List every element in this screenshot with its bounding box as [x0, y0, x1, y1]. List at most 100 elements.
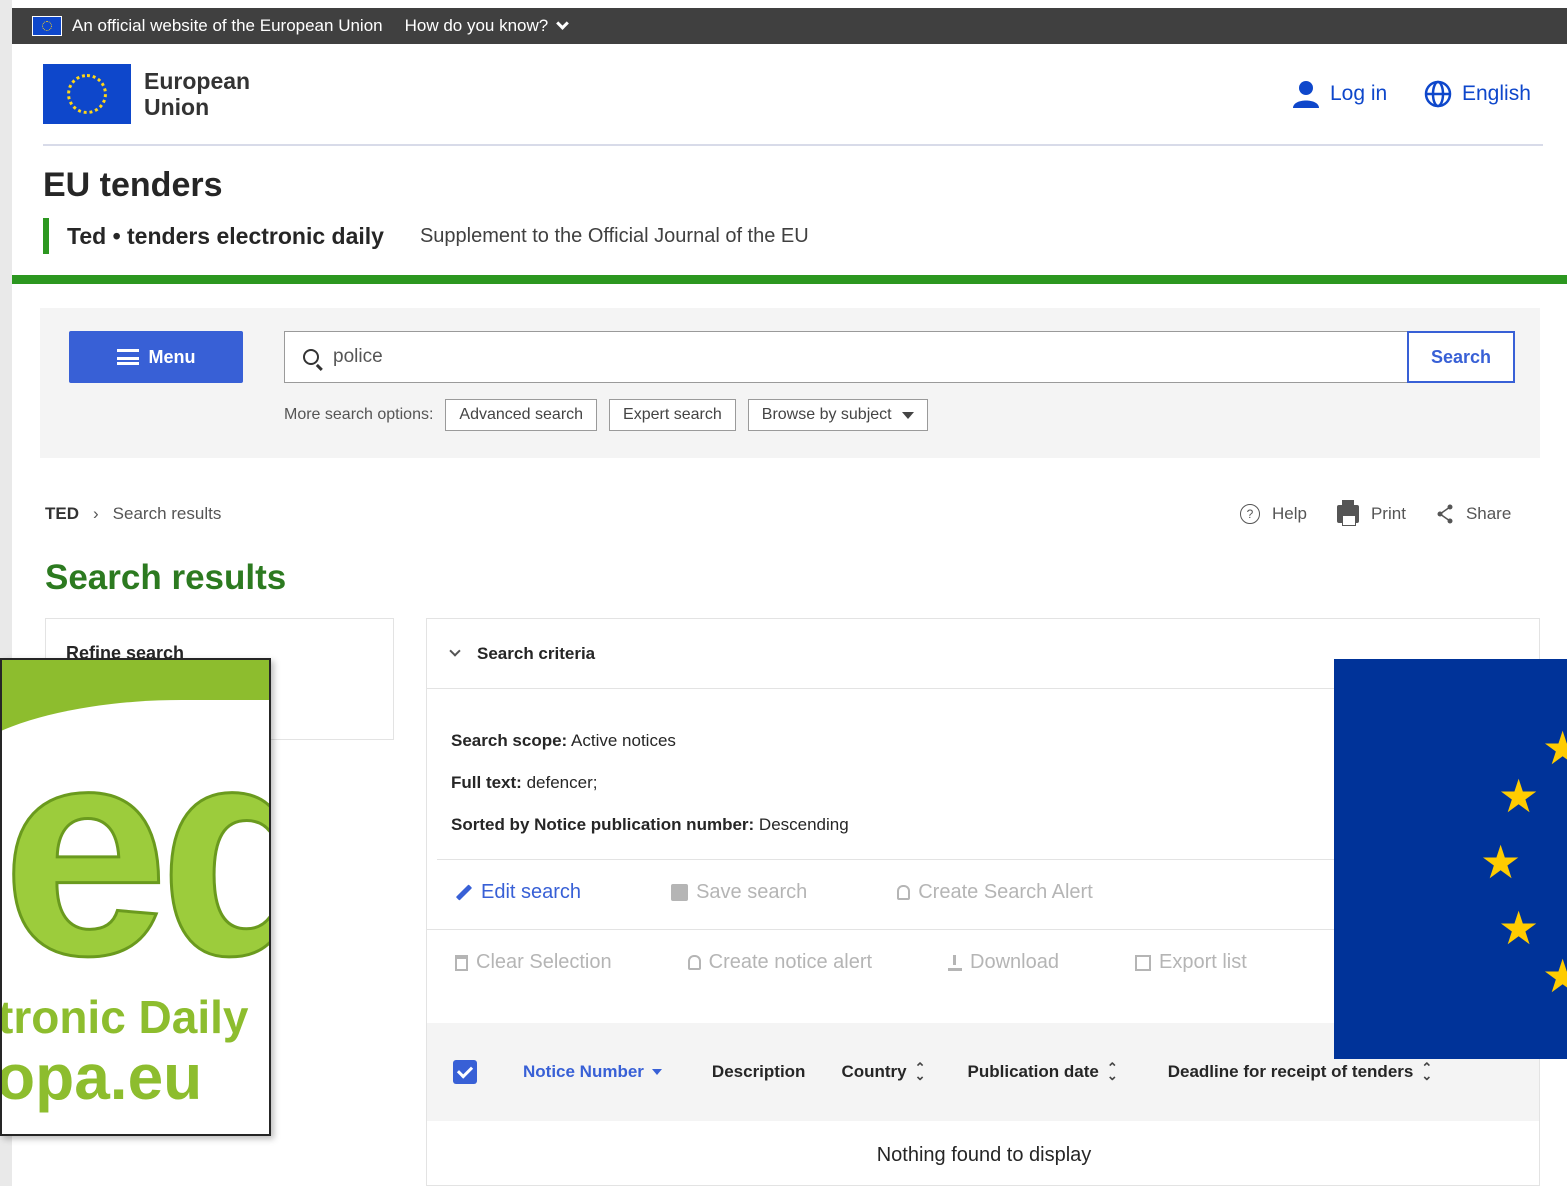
create-notice-alert-button[interactable]: Create notice alert — [687, 951, 873, 974]
official-website-text: An official website of the European Unio… — [72, 16, 383, 35]
criteria-fulltext: Full text: defencer; — [451, 773, 597, 793]
search-actions: Edit search Save search Create Search Al… — [455, 881, 1183, 904]
chevron-down-icon — [556, 17, 570, 30]
criteria-sorted: Sorted by Notice publication number: Des… — [451, 815, 849, 835]
sorted-label: Sorted by Notice publication number: — [451, 815, 755, 834]
sort-icon: ⌃ ⌄ — [1421, 1060, 1433, 1083]
column-publication-date[interactable]: Publication date ⌃ ⌄ — [968, 1060, 1118, 1083]
save-icon — [671, 884, 689, 901]
scope-value: Active notices — [567, 731, 676, 750]
bell-icon — [897, 885, 911, 900]
export-icon — [1135, 954, 1151, 971]
share-label: Share — [1465, 504, 1512, 523]
download-button[interactable]: Download — [948, 951, 1059, 974]
site-subtitle: Ted • tenders electronic daily Supplemen… — [43, 218, 809, 254]
export-list-label: Export list — [1159, 951, 1247, 973]
sort-desc-icon — [651, 1069, 662, 1075]
eu-flag-mini-icon — [32, 16, 62, 36]
column-deadline[interactable]: Deadline for receipt of tenders ⌃ ⌄ — [1167, 1060, 1433, 1083]
select-all-checkbox[interactable] — [453, 1060, 477, 1084]
export-list-button[interactable]: Export list — [1135, 951, 1247, 974]
download-label: Download — [970, 951, 1059, 973]
eu-logo-text[interactable]: European Union — [144, 68, 250, 120]
breadcrumb-ted[interactable]: TED — [45, 504, 79, 524]
column-label: Deadline for receipt of tenders — [1167, 1062, 1414, 1081]
more-options-label: More search options: — [284, 406, 434, 423]
org-line1: European — [144, 68, 251, 94]
criteria-scope: Search scope: Active notices — [451, 731, 676, 751]
pencil-icon — [455, 884, 473, 901]
more-search-options: More search options: Advanced search Exp… — [284, 399, 928, 431]
sort-icon: ⌃ ⌄ — [914, 1060, 926, 1083]
edit-search-button[interactable]: Edit search — [455, 881, 581, 904]
fulltext-value: defencer; — [521, 773, 598, 792]
menu-button[interactable]: Menu — [69, 331, 243, 383]
how-do-you-know-label: How do you know? — [404, 16, 549, 35]
language-label: English — [1462, 82, 1531, 105]
ted-logo-line2: opa.eu — [0, 1041, 203, 1113]
ted-logo-line1: tronic Daily — [0, 991, 249, 1043]
sorted-value: Descending — [754, 815, 849, 834]
login-link[interactable]: Log in — [1292, 80, 1387, 108]
green-accent-bar — [43, 218, 49, 254]
share-icon — [1437, 504, 1453, 524]
bell-icon — [687, 955, 701, 970]
browse-label: Browse by subject — [761, 406, 892, 423]
column-label: Country — [841, 1062, 907, 1081]
user-icon — [1293, 81, 1319, 108]
column-description: Description — [712, 1062, 806, 1082]
search-input[interactable] — [333, 346, 1233, 368]
save-search-button[interactable]: Save search — [671, 881, 807, 904]
edit-search-label: Edit search — [481, 881, 582, 903]
search-button[interactable]: Search — [1407, 331, 1515, 383]
column-label: Notice Number — [523, 1062, 644, 1081]
eu-flag-overlay: ★ ★ ★ ★ ★ — [1334, 659, 1567, 1059]
header-divider — [43, 144, 1543, 146]
how-do-you-know-toggle[interactable]: How do you know? — [404, 16, 570, 36]
empty-results-message: Nothing found to display — [876, 1144, 1092, 1166]
column-country[interactable]: Country ⌃ ⌄ — [841, 1060, 926, 1083]
login-label: Log in — [1330, 82, 1388, 105]
search-box[interactable] — [284, 331, 1408, 383]
search-area: Menu Search More search options: Advance… — [40, 308, 1540, 458]
clear-selection-label: Clear Selection — [476, 951, 612, 973]
star-icon: ★ — [1480, 836, 1522, 888]
star-icon: ★ — [1498, 770, 1540, 822]
create-search-alert-label: Create Search Alert — [918, 881, 1093, 903]
hamburger-icon — [116, 349, 139, 365]
clear-selection-button[interactable]: Clear Selection — [455, 951, 612, 974]
site-title[interactable]: EU tenders — [43, 166, 223, 205]
column-notice-number[interactable]: Notice Number — [523, 1062, 662, 1082]
share-link[interactable]: Share — [1436, 504, 1511, 524]
print-label: Print — [1370, 504, 1406, 523]
supplement-text: Supplement to the Official Journal of th… — [419, 224, 809, 247]
fulltext-label: Full text: — [451, 773, 522, 792]
search-icon — [303, 349, 319, 365]
language-selector[interactable]: English — [1424, 80, 1531, 108]
menu-label: Menu — [148, 346, 196, 367]
breadcrumb-current: Search results — [112, 504, 222, 523]
create-search-alert-button[interactable]: Create Search Alert — [897, 881, 1093, 904]
help-link[interactable]: ? Help — [1240, 504, 1307, 524]
print-link[interactable]: Print — [1336, 500, 1406, 526]
advanced-search-button[interactable]: Advanced search — [445, 399, 598, 431]
browse-by-subject-dropdown[interactable]: Browse by subject — [747, 399, 928, 431]
search-criteria-label: Search criteria — [477, 643, 596, 663]
caret-down-icon — [901, 411, 914, 419]
green-divider — [12, 275, 1567, 284]
ted-label: Ted • tenders electronic daily — [67, 222, 384, 249]
sort-icon: ⌃ ⌄ — [1106, 1060, 1118, 1083]
globe-icon — [1424, 80, 1452, 108]
create-notice-alert-label: Create notice alert — [708, 951, 873, 973]
eu-official-bar: An official website of the European Unio… — [12, 8, 1567, 44]
ted-logo-overlay: ed tronic Daily opa.eu — [0, 658, 271, 1136]
breadcrumb-separator-icon: › — [93, 504, 99, 523]
page-tools: ? Help Print Share — [1240, 500, 1511, 526]
column-label: Description — [711, 1062, 806, 1081]
star-icon: ★ — [1542, 950, 1567, 1002]
breadcrumb: TED › Search results — [45, 504, 221, 524]
eu-logo[interactable] — [43, 64, 131, 124]
expert-search-button[interactable]: Expert search — [609, 399, 736, 431]
star-icon: ★ — [1542, 722, 1567, 774]
site-header: European Union Log in English — [12, 44, 1567, 146]
